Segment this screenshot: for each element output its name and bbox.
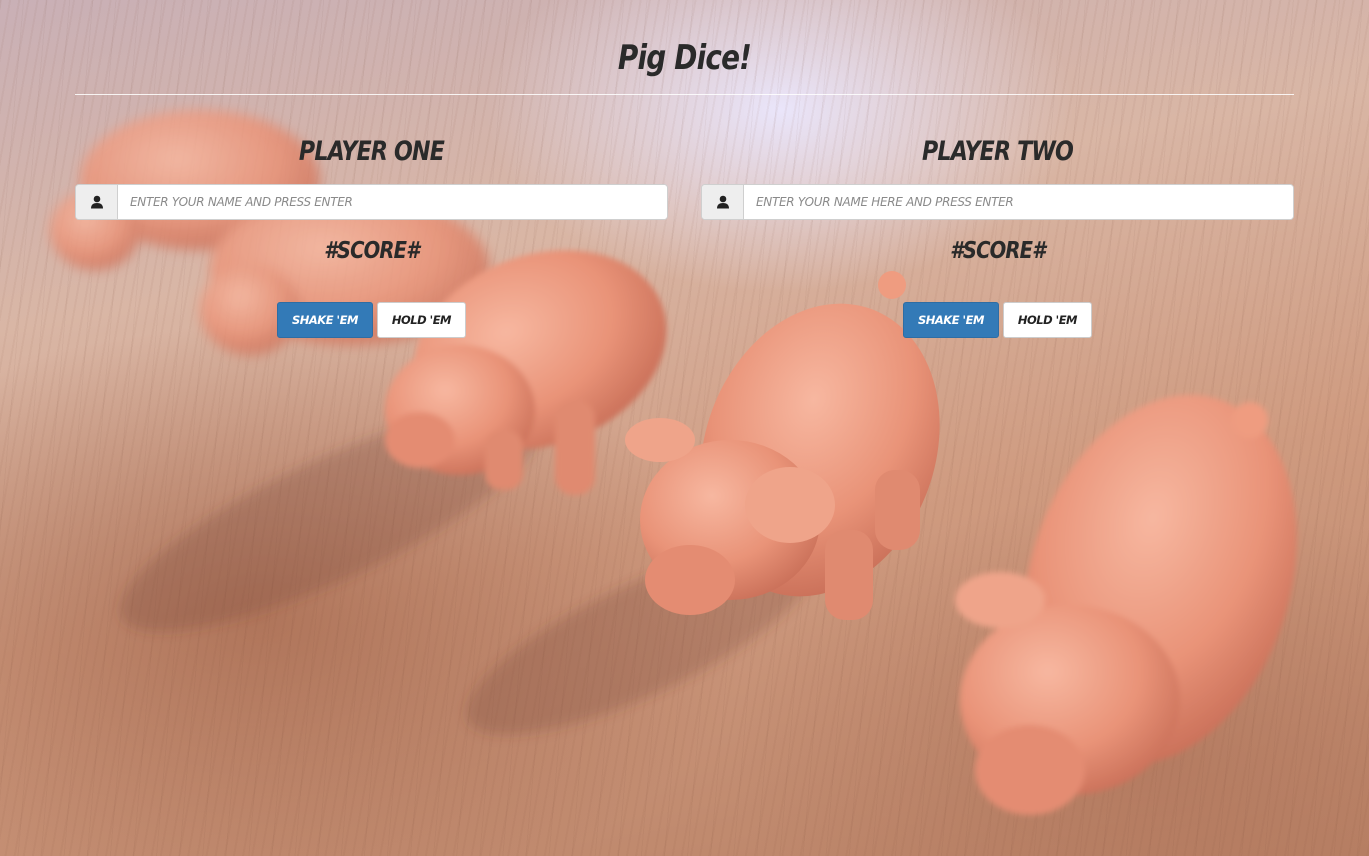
user-icon [702, 185, 744, 219]
player-two-title: Player Two [921, 136, 1074, 167]
user-icon [76, 185, 118, 219]
player-one-hold-button[interactable]: HOLD 'EM [376, 302, 466, 338]
player-two-name-input[interactable] [744, 185, 1293, 219]
player-two-hold-button[interactable]: HOLD 'EM [1002, 302, 1092, 338]
title-divider [75, 94, 1294, 95]
player-two-score: #SCORE# [950, 238, 1046, 264]
page-title: Pig Dice! [617, 38, 752, 78]
background-pig-photo [50, 110, 1297, 815]
player-two-shake-button[interactable]: SHAKE 'EM [902, 302, 999, 338]
player-one-name-group [75, 184, 668, 220]
player-one-title: Player One [298, 136, 445, 167]
player-two-name-group [701, 184, 1294, 220]
player-one-shake-button[interactable]: SHAKE 'EM [276, 302, 373, 338]
player-two-actions: SHAKE 'EM HOLD 'EM [701, 302, 1294, 338]
player-one-actions: SHAKE 'EM HOLD 'EM [75, 302, 668, 338]
player-one-name-input[interactable] [118, 185, 667, 219]
player-one-score: #SCORE# [324, 238, 420, 264]
